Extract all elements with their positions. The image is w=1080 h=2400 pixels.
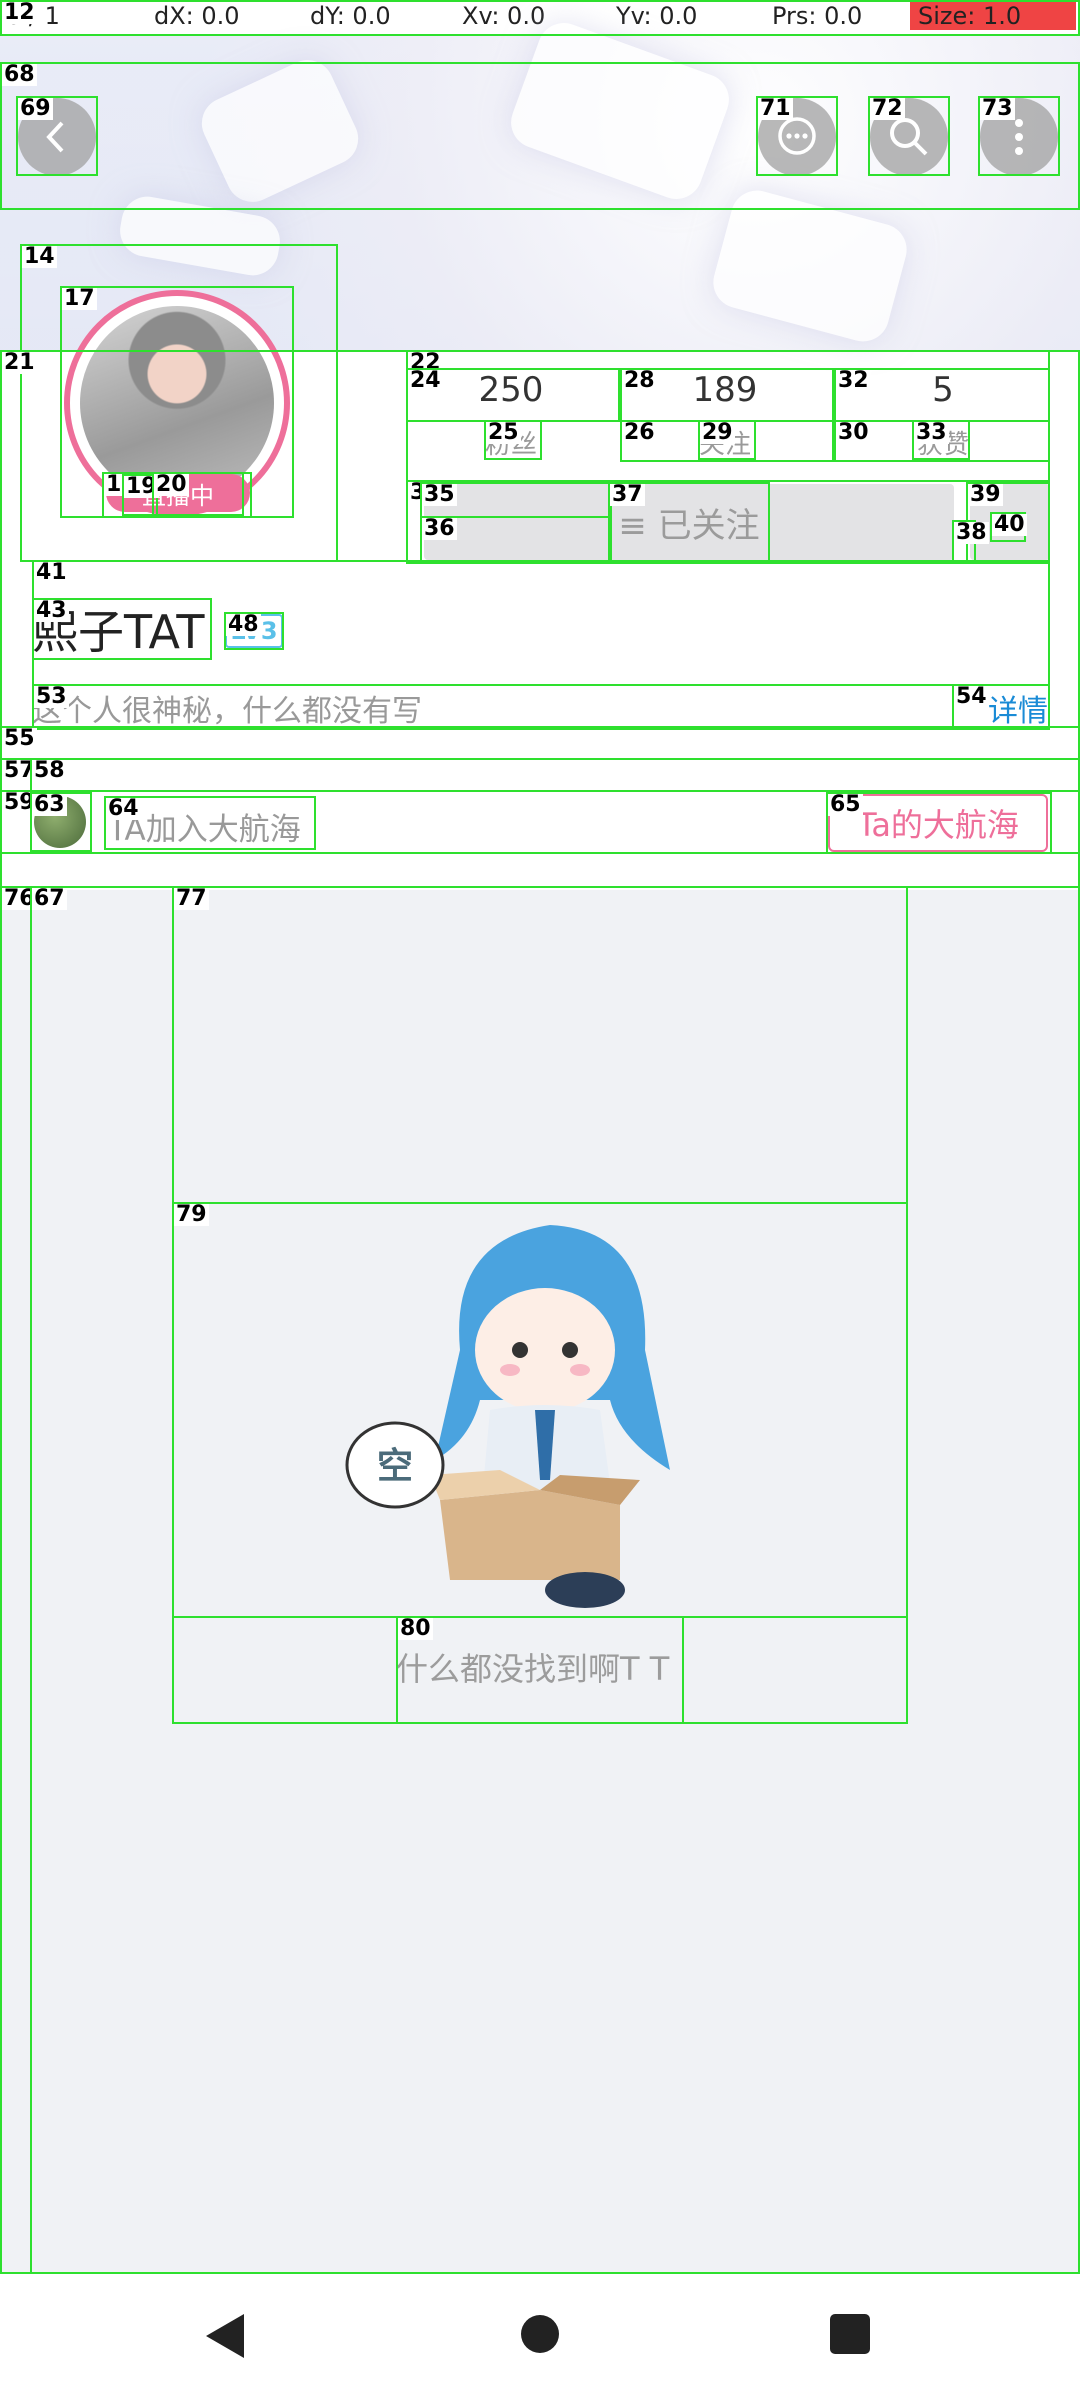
overlay-71: 71 — [756, 96, 838, 176]
nav-recents-icon[interactable] — [830, 2314, 870, 2354]
overlay-36: 36 — [420, 516, 612, 562]
overlay-65: 65 — [826, 792, 1052, 854]
nav-home-icon[interactable] — [520, 2314, 560, 2354]
overlay-29: 29 — [698, 420, 756, 460]
nav-back-icon[interactable] — [206, 2314, 246, 2358]
overlay-79: 79 — [172, 1202, 908, 1618]
overlay-28: 28 — [620, 368, 834, 422]
overlay-55: 55 — [0, 726, 1080, 760]
overlay-43: 43 — [32, 598, 212, 660]
overlay-48: 48 — [224, 612, 284, 650]
overlay-53: 53 — [32, 684, 954, 728]
overlay-54: 54 — [952, 684, 1050, 728]
system-nav-bar — [0, 2272, 1080, 2400]
overlay-58: 58 — [30, 758, 1080, 792]
overlay-32: 32 — [834, 368, 1050, 422]
overlay-33: 33 — [912, 420, 970, 460]
overlay-25: 25 — [484, 420, 542, 460]
overlay-38: 38 — [952, 520, 989, 562]
overlay-40: 40 — [990, 512, 1027, 542]
overlay-12: 12 — [0, 0, 1080, 36]
overlay-64: 64 — [104, 796, 316, 850]
overlay-37: 37 — [608, 482, 770, 562]
overlay-63: 63 — [30, 792, 92, 852]
overlay-72: 72 — [868, 96, 950, 176]
overlay-80: 80 — [396, 1616, 684, 1724]
overlay-69: 69 — [16, 96, 98, 176]
overlay-24: 24 — [406, 368, 620, 422]
overlay-73: 73 — [978, 96, 1060, 176]
overlay-77: 77 — [172, 886, 908, 1204]
